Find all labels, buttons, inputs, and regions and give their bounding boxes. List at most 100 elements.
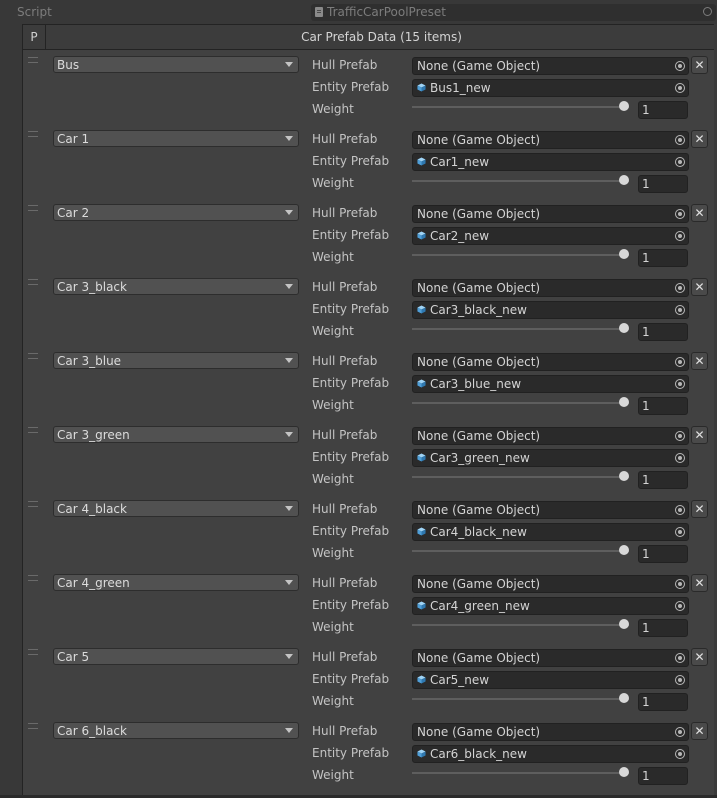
weight-slider-thumb[interactable] [619,249,629,259]
weight-slider-thumb[interactable] [619,693,629,703]
car-name-dropdown[interactable]: Car 1 [53,130,299,147]
clear-hull-button[interactable]: ✕ [691,352,708,370]
object-picker-icon[interactable] [675,453,685,463]
weight-slider-track[interactable] [412,402,629,404]
weight-slider-track[interactable] [412,106,629,108]
car-name-dropdown[interactable]: Car 4_green [53,574,299,591]
object-picker-icon[interactable] [675,305,685,315]
weight-slider-track[interactable] [412,328,629,330]
object-picker-icon[interactable] [675,379,685,389]
entity-prefab-field[interactable]: Car1_new [412,153,689,171]
hull-prefab-field[interactable]: None (Game Object) [412,353,689,371]
clear-hull-button[interactable]: ✕ [691,648,708,666]
hull-prefab-field[interactable]: None (Game Object) [412,575,689,593]
weight-slider-thumb[interactable] [619,545,629,555]
hull-prefab-field[interactable]: None (Game Object) [412,723,689,741]
object-picker-icon[interactable] [675,357,685,367]
object-picker-icon[interactable] [675,209,685,219]
car-name-dropdown[interactable]: Car 2 [53,204,299,221]
weight-input[interactable]: 1 [638,175,688,193]
object-picker-icon[interactable] [675,505,685,515]
drag-handle-icon[interactable] [28,279,38,285]
car-name-dropdown[interactable]: Car 5 [53,648,299,665]
weight-slider-thumb[interactable] [619,471,629,481]
drag-handle-icon[interactable] [28,501,38,507]
weight-input[interactable]: 1 [638,619,688,637]
clear-hull-button[interactable]: ✕ [691,204,708,222]
object-picker-icon[interactable] [675,601,685,611]
drag-handle-icon[interactable] [28,131,38,137]
object-picker-icon[interactable] [675,431,685,441]
object-picker-icon[interactable] [675,231,685,241]
hull-prefab-field[interactable]: None (Game Object) [412,501,689,519]
object-picker-icon[interactable] [675,527,685,537]
entity-prefab-field[interactable]: Car2_new [412,227,689,245]
weight-slider-track[interactable] [412,180,629,182]
object-picker-icon[interactable] [675,283,685,293]
clear-hull-button[interactable]: ✕ [691,56,708,74]
weight-slider-track[interactable] [412,772,629,774]
weight-input[interactable]: 1 [638,397,688,415]
clear-hull-button[interactable]: ✕ [691,722,708,740]
weight-input[interactable]: 1 [638,101,688,119]
object-picker-icon[interactable] [675,749,685,759]
entity-prefab-field[interactable]: Car5_new [412,671,689,689]
entity-prefab-field[interactable]: Car4_black_new [412,523,689,541]
drag-handle-icon[interactable] [28,427,38,433]
hull-prefab-field[interactable]: None (Game Object) [412,427,689,445]
weight-slider-thumb[interactable] [619,323,629,333]
weight-input[interactable]: 1 [638,323,688,341]
drag-handle-icon[interactable] [28,723,38,729]
weight-input[interactable]: 1 [638,693,688,711]
weight-slider-track[interactable] [412,254,629,256]
entity-prefab-field[interactable]: Car6_black_new [412,745,689,763]
drag-handle-icon[interactable] [28,57,38,63]
entity-prefab-field[interactable]: Car3_blue_new [412,375,689,393]
object-picker-icon[interactable] [675,61,685,71]
entity-prefab-field[interactable]: Car3_green_new [412,449,689,467]
object-picker-icon[interactable] [675,135,685,145]
hull-prefab-field[interactable]: None (Game Object) [412,649,689,667]
weight-slider-track[interactable] [412,698,629,700]
weight-slider-track[interactable] [412,550,629,552]
weight-slider-track[interactable] [412,624,629,626]
car-name-dropdown[interactable]: Car 6_black [53,722,299,739]
drag-handle-icon[interactable] [28,575,38,581]
car-name-dropdown[interactable]: Car 3_black [53,278,299,295]
object-picker-icon[interactable] [675,653,685,663]
object-picker-icon[interactable] [675,579,685,589]
clear-hull-button[interactable]: ✕ [691,426,708,444]
hull-prefab-field[interactable]: None (Game Object) [412,131,689,149]
entity-prefab-field[interactable]: Bus1_new [412,79,689,97]
list-title[interactable]: Car Prefab Data (15 items) [46,25,717,49]
weight-slider-thumb[interactable] [619,619,629,629]
drag-handle-icon[interactable] [28,205,38,211]
object-picker-icon[interactable] [675,675,685,685]
weight-input[interactable]: 1 [638,767,688,785]
drag-handle-icon[interactable] [28,649,38,655]
entity-prefab-field[interactable]: Car4_green_new [412,597,689,615]
hull-prefab-field[interactable]: None (Game Object) [412,57,689,75]
clear-hull-button[interactable]: ✕ [691,574,708,592]
clear-hull-button[interactable]: ✕ [691,130,708,148]
clear-hull-button[interactable]: ✕ [691,500,708,518]
weight-slider-track[interactable] [412,476,629,478]
object-picker-icon[interactable] [675,727,685,737]
list-p-column[interactable]: P [23,25,46,49]
weight-slider-thumb[interactable] [619,767,629,777]
weight-input[interactable]: 1 [638,545,688,563]
weight-input[interactable]: 1 [638,471,688,489]
clear-hull-button[interactable]: ✕ [691,278,708,296]
drag-handle-icon[interactable] [28,353,38,359]
object-picker-icon[interactable] [675,83,685,93]
hull-prefab-field[interactable]: None (Game Object) [412,279,689,297]
entity-prefab-field[interactable]: Car3_black_new [412,301,689,319]
car-name-dropdown[interactable]: Car 3_blue [53,352,299,369]
car-name-dropdown[interactable]: Car 3_green [53,426,299,443]
script-field[interactable]: TrafficCarPoolPreset [311,4,716,21]
weight-slider-thumb[interactable] [619,101,629,111]
weight-slider-thumb[interactable] [619,175,629,185]
weight-input[interactable]: 1 [638,249,688,267]
weight-slider-thumb[interactable] [619,397,629,407]
hull-prefab-field[interactable]: None (Game Object) [412,205,689,223]
